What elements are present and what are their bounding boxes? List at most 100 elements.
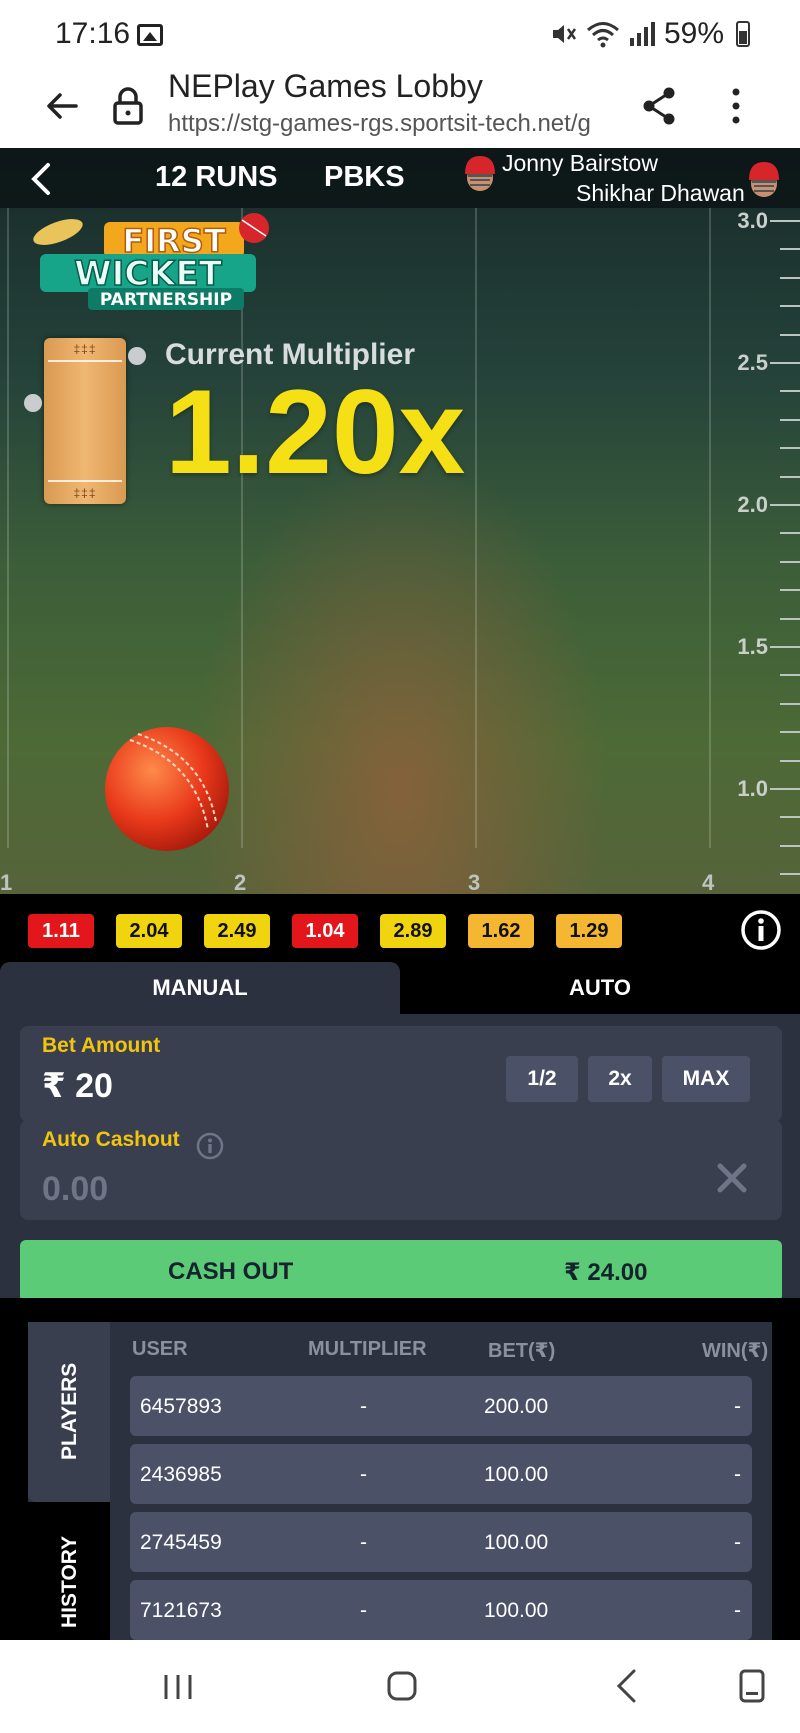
y-tick-minor (780, 277, 800, 279)
batsman-1-name: Jonny Bairstow (502, 150, 658, 176)
half-bet-button[interactable]: 1/2 (506, 1056, 578, 1102)
y-tick-label: 1.5 (737, 634, 768, 659)
grid-line (7, 208, 9, 848)
y-tick-minor (780, 703, 800, 705)
cell-user: 2436985 (140, 1463, 222, 1486)
y-tick-minor (780, 305, 800, 307)
batsman-dot (128, 347, 146, 365)
batsman-2-avatar (749, 162, 779, 197)
recent-multiplier-pill[interactable]: 1.62 (468, 914, 534, 948)
y-tick-label: 2.5 (737, 350, 768, 375)
mute-icon (552, 25, 576, 43)
home-icon[interactable] (386, 1670, 418, 1702)
y-tick-label: 3.0 (737, 208, 768, 233)
info-icon[interactable] (740, 909, 782, 951)
recent-multiplier-pill[interactable]: 1.11 (28, 914, 94, 948)
column-header-bet: BET(₹) (488, 1340, 556, 1362)
cell-user: 2745459 (140, 1531, 222, 1554)
pitch-graphic (44, 338, 126, 504)
status-time: 17:16 (55, 17, 131, 50)
game-canvas: 12 RUNS PBKS Jonny Bairstow Shikhar Dhaw… (0, 148, 800, 894)
cell-bet: 100.00 (484, 1463, 549, 1486)
y-tick-label: 1.0 (737, 776, 768, 801)
y-tick-major (770, 362, 800, 364)
y-tick-minor (780, 390, 800, 392)
recent-multiplier-pill[interactable]: 1.29 (556, 914, 622, 948)
y-tick-minor (780, 476, 800, 478)
cash-out-amount: ₹ 24.00 (564, 1259, 648, 1286)
back-arrow-icon[interactable] (42, 86, 82, 126)
y-tick-major (770, 646, 800, 648)
side-tab-players[interactable]: PLAYERS (28, 1322, 110, 1502)
more-menu-icon[interactable] (726, 84, 746, 128)
y-tick-minor (780, 532, 800, 534)
crease-line (48, 480, 122, 482)
clear-icon[interactable] (714, 1160, 750, 1196)
bet-amount-input[interactable]: ₹ 20 (42, 1066, 113, 1106)
double-bet-button[interactable]: 2x (588, 1056, 652, 1102)
y-tick-minor (780, 845, 800, 847)
column-header-multiplier: MULTIPLIER (308, 1338, 427, 1360)
cell-user: 6457893 (140, 1395, 222, 1418)
signal-icon (629, 22, 655, 46)
y-tick-minor (780, 731, 800, 733)
recent-apps-icon[interactable] (162, 1672, 194, 1702)
y-axis: 3.0 2.5 2.0 1.5 1.0 (730, 208, 800, 888)
max-bet-button[interactable]: MAX (662, 1056, 750, 1102)
side-tab-history[interactable]: HISTORY (28, 1502, 110, 1640)
side-tab-players-label: PLAYERS (58, 1362, 81, 1460)
status-right: 59% (550, 17, 750, 51)
bet-panel: Bet Amount ₹ 20 1/2 2x MAX Auto Cashout … (0, 1014, 800, 1222)
cell-bet: 100.00 (484, 1531, 549, 1554)
column-header-user: USER (132, 1338, 188, 1360)
x-tick-label: 3 (468, 870, 481, 894)
battery-percent: 59% (663, 17, 724, 50)
y-tick-minor (780, 674, 800, 676)
game-logo: FIRST WICKET PARTNERSHIP (33, 213, 269, 310)
tab-auto[interactable]: AUTO (400, 962, 800, 1014)
page-title: NEPlay Games Lobby (168, 68, 483, 104)
y-tick-minor (780, 760, 800, 762)
recent-multiplier-pill[interactable]: 2.49 (204, 914, 270, 948)
cell-win: - (734, 1531, 741, 1554)
cash-out-label: CASH OUT (168, 1258, 294, 1285)
game-header: 12 RUNS PBKS Jonny Bairstow Shikhar Dhaw… (0, 148, 800, 208)
table-row: 7121673 - 100.00 - (130, 1580, 752, 1640)
nav-back-icon[interactable] (614, 1668, 638, 1704)
table-row: 2745459 - 100.00 - (130, 1512, 752, 1572)
batsman-dot (24, 394, 42, 412)
grid-line (709, 208, 711, 848)
cell-bet: 200.00 (484, 1395, 549, 1418)
batsman-2-name: Shikhar Dhawan (576, 180, 745, 206)
x-tick-label: 2 (234, 870, 247, 894)
recent-multiplier-pill[interactable]: 2.04 (116, 914, 182, 948)
cell-multiplier: - (360, 1395, 367, 1418)
y-tick-minor (780, 873, 800, 875)
cell-multiplier: - (360, 1599, 367, 1622)
url-field[interactable]: https://stg-games-rgs.sportsit-tech.net/… (168, 110, 613, 138)
cash-out-button[interactable]: CASH OUT ₹ 24.00 (20, 1240, 782, 1302)
wifi-icon (586, 22, 619, 48)
cell-multiplier: - (360, 1531, 367, 1554)
lock-icon[interactable] (112, 85, 144, 127)
team-label: PBKS (324, 161, 405, 193)
tab-manual[interactable]: MANUAL (0, 962, 400, 1014)
cash-out-area: CASH OUT ₹ 24.00 (0, 1222, 800, 1302)
grid-line (475, 208, 477, 848)
y-tick-minor (780, 334, 800, 336)
table-row: 2436985 - 100.00 - (130, 1444, 752, 1504)
recent-multiplier-pill[interactable]: 1.04 (292, 914, 358, 948)
keyboard-toggle-icon[interactable] (738, 1668, 766, 1704)
auto-cashout-input[interactable]: 0.00 (42, 1170, 108, 1209)
multiplier-value: 1.20x (165, 365, 466, 499)
game-back-icon[interactable] (28, 162, 54, 196)
y-tick-minor (780, 816, 800, 818)
cell-win: - (734, 1395, 741, 1418)
help-info-icon[interactable] (196, 1132, 224, 1160)
battery-icon (736, 21, 750, 47)
share-icon[interactable] (640, 84, 678, 128)
image-icon (137, 24, 163, 46)
x-tick-label: 1 (0, 870, 13, 894)
recent-multiplier-pill[interactable]: 2.89 (380, 914, 446, 948)
auto-cashout-box: Auto Cashout 0.00 (20, 1120, 782, 1220)
